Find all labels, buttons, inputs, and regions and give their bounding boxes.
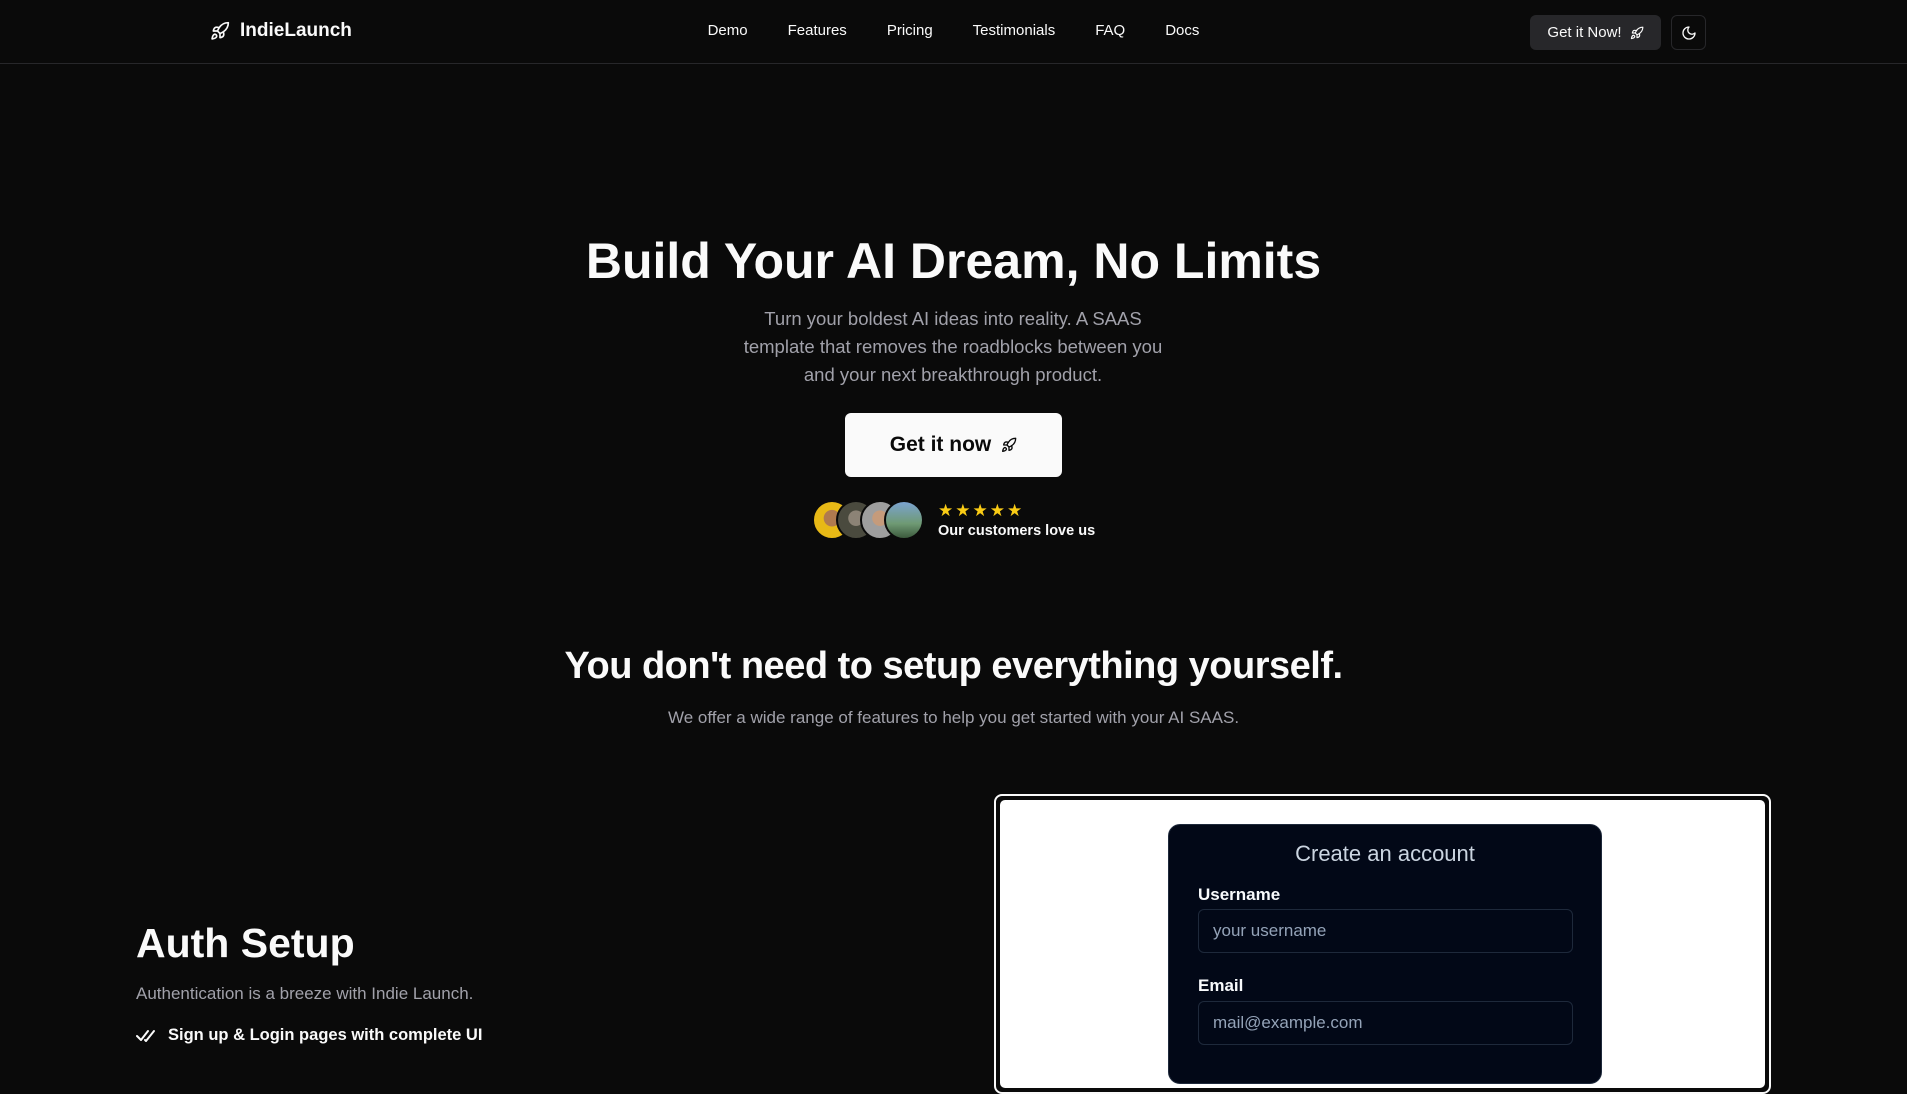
feature-bullet: Sign up & Login pages with complete UI [136,1026,482,1045]
email-label: Email [1198,976,1244,995]
nav-link-features[interactable]: Features [788,22,847,39]
social-proof-text: Our customers love us [938,522,1096,539]
rocket-icon [1002,437,1017,452]
nav-link-docs[interactable]: Docs [1165,22,1199,39]
customer-avatars [812,500,924,540]
rocket-icon [1630,26,1644,39]
get-it-now-hero-button[interactable]: Get it now [845,413,1062,477]
social-proof: ★ ★ ★ ★ ★ Our customers love us [812,500,1095,540]
get-it-now-nav-button[interactable]: Get it Now! [1530,15,1661,50]
feature-bullet-text: Sign up & Login pages with complete UI [168,1026,483,1044]
nav-link-demo[interactable]: Demo [708,22,748,39]
navbar: IndieLaunch Demo Features Pricing Testim… [0,0,1907,64]
features-section-subtitle: We offer a wide range of features to hel… [667,708,1240,727]
hero-button-label: Get it now [889,433,992,456]
feature-description: Authentication is a breeze with Indie La… [136,984,474,1003]
nav-link-testimonials[interactable]: Testimonials [973,22,1056,39]
hero-title: Build Your AI Dream, No Limits [585,233,1322,289]
star-icon: ★ [1007,500,1023,520]
username-input[interactable] [1198,909,1573,953]
theme-toggle-button[interactable] [1671,15,1706,50]
rating-block: ★ ★ ★ ★ ★ Our customers love us [938,502,1095,539]
signup-title: Create an account [1295,841,1475,866]
hero-subtitle: Turn your boldest AI ideas into reality.… [743,308,1163,385]
star-icon: ★ [955,500,971,520]
star-icon: ★ [989,500,1005,520]
feature-title: Auth Setup [136,920,355,966]
nav-link-pricing[interactable]: Pricing [887,22,933,39]
double-check-icon [136,1029,155,1042]
auth-preview-canvas: Create an account Username Email [1000,800,1765,1088]
features-section-title: You don't need to setup everything yours… [564,645,1343,687]
nav-cta-label: Get it Now! [1547,24,1622,41]
star-icon: ★ [972,500,988,520]
nav-link-faq[interactable]: FAQ [1095,22,1125,39]
star-icon: ★ [938,500,954,520]
email-input[interactable] [1198,1001,1573,1045]
auth-preview-frame: Create an account Username Email [994,794,1771,1094]
signup-card: Create an account Username Email [1168,824,1602,1084]
avatar [884,500,924,540]
moon-icon [1681,25,1696,40]
username-label: Username [1198,885,1281,904]
star-rating: ★ ★ ★ ★ ★ [938,502,1095,519]
